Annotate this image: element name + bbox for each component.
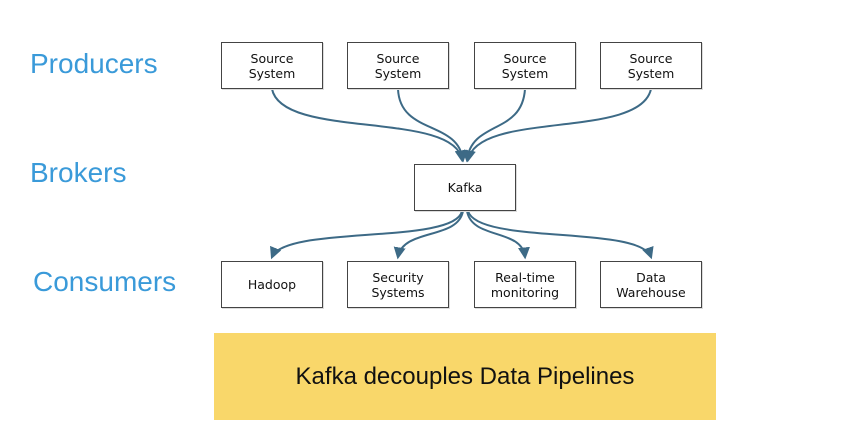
link-producer-2: [397, 88, 468, 163]
consumer-box-data-warehouse: Data Warehouse: [600, 261, 702, 308]
producer-box-4: Source System: [600, 42, 702, 89]
producers-tier-label: Producers: [30, 48, 158, 79]
consumer-box-real-time-monitoring: Real-time monitoring: [474, 261, 576, 308]
consumer-box-security-systems: Security Systems: [347, 261, 449, 308]
kafka-pipeline-diagram: Producers Brokers Consumers Source Syste…: [0, 0, 864, 426]
link-producer-4: [464, 88, 652, 163]
producer-box-2: Source System: [347, 42, 449, 89]
producer-box-1: Source System: [221, 42, 323, 89]
broker-box: Kafka: [414, 164, 516, 211]
link-consumer-3: [466, 210, 530, 260]
brokers-tier-label: Brokers: [30, 157, 127, 188]
consumer-box-hadoop: Hadoop: [221, 261, 323, 308]
producer-box-3: Source System: [474, 42, 576, 89]
link-consumer-2: [393, 210, 464, 260]
link-producer-1: [271, 88, 467, 163]
link-producer-3: [462, 88, 526, 163]
consumers-tier-label: Consumers: [33, 266, 177, 297]
summary-banner: Kafka decouples Data Pipelines: [214, 333, 716, 420]
